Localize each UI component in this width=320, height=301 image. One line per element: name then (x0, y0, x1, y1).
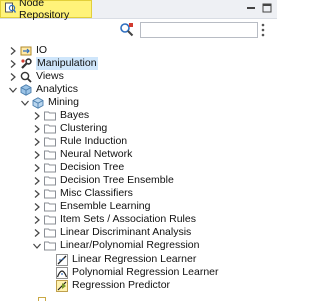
tree-item-manipulation[interactable]: Manipulation (8, 57, 98, 70)
tree-item-label: Decision Tree (60, 161, 125, 173)
chevron-right-icon[interactable] (32, 122, 41, 135)
tree-item-label: Bayes (60, 109, 90, 121)
polynomial-learner-icon (56, 266, 68, 279)
tree-item-linear-discriminant-analysis[interactable]: Linear Discriminant Analysis (32, 226, 191, 239)
panel-header: Node Repository (0, 0, 277, 21)
folder-icon (44, 214, 56, 226)
chevron-down-icon[interactable] (8, 83, 17, 96)
chevron-right-icon[interactable] (32, 148, 41, 161)
folder-icon (44, 188, 56, 200)
chevron-right-icon[interactable] (8, 44, 17, 57)
chevron-right-icon[interactable] (8, 57, 17, 70)
maximize-icon[interactable] (261, 2, 273, 14)
tree-item-label: Neural Network (60, 148, 133, 160)
search-toolbar (0, 20, 277, 42)
tree-item-linear-polynomial-regression[interactable]: Linear/Polynomial Regression (32, 239, 200, 252)
predictor-icon (56, 279, 68, 292)
folder-icon (44, 175, 56, 187)
chevron-right-icon[interactable] (32, 213, 41, 226)
tree-item-label: Linear Discriminant Analysis (60, 226, 192, 238)
folder-icon (44, 201, 56, 213)
node-regression-predictor[interactable]: Regression Predictor (56, 279, 170, 292)
tree-item-label: Misc Classifiers (60, 187, 133, 199)
view-menu-icon[interactable] (257, 21, 269, 39)
tree-item-ensemble-learning[interactable]: Ensemble Learning (32, 200, 150, 213)
io-icon (20, 45, 32, 57)
node-repository-icon (5, 2, 17, 16)
tree-item-label: IO (36, 44, 48, 56)
analytics-icon (20, 83, 32, 96)
tree-item-label: Ensemble Learning (60, 200, 151, 212)
tree-item-mining[interactable]: Mining (20, 96, 79, 109)
minimize-icon[interactable] (245, 2, 257, 14)
chevron-right-icon[interactable] (32, 226, 41, 239)
search-input[interactable] (140, 22, 258, 38)
chevron-right-icon[interactable] (32, 161, 41, 174)
mining-icon (32, 96, 44, 109)
linear-learner-icon (56, 253, 68, 266)
tree-item-analytics[interactable]: Analytics (8, 83, 78, 96)
tree-item-label: Views (36, 70, 64, 82)
chevron-right-icon[interactable] (32, 187, 41, 200)
folder-icon (44, 136, 56, 148)
chevron-down-icon[interactable] (32, 239, 41, 252)
tree-item-label: Clustering (60, 122, 108, 134)
tree-item-clustering[interactable]: Clustering (32, 122, 107, 135)
tree-item-misc-classifiers[interactable]: Misc Classifiers (32, 187, 133, 200)
tree-item-rule-induction[interactable]: Rule Induction (32, 135, 127, 148)
chevron-right-icon[interactable] (32, 135, 41, 148)
chevron-down-icon[interactable] (20, 96, 29, 109)
folder-icon (44, 149, 56, 161)
folder-icon (44, 110, 56, 122)
folder-icon (44, 162, 56, 174)
views-icon (20, 71, 32, 83)
next-item-edge (38, 297, 46, 301)
tree-item-bayes[interactable]: Bayes (32, 109, 89, 122)
panel-tab[interactable]: Node Repository (0, 0, 92, 21)
tree-item-neural-network[interactable]: Neural Network (32, 148, 132, 161)
tree-item-label: Polynomial Regression Learner (72, 266, 219, 278)
tree-item-label: Mining (48, 96, 79, 108)
folder-icon (44, 240, 56, 252)
node-linear-regression-learner[interactable]: Linear Regression Learner (56, 253, 196, 266)
node-polynomial-regression-learner[interactable]: Polynomial Regression Learner (56, 266, 219, 279)
tree-item-label: Decision Tree Ensemble (60, 174, 174, 186)
tree-item-decision-tree[interactable]: Decision Tree (32, 161, 124, 174)
folder-icon (44, 227, 56, 239)
tree-item-decision-tree-ensemble[interactable]: Decision Tree Ensemble (32, 174, 174, 187)
tree-item-views[interactable]: Views (8, 70, 64, 83)
chevron-right-icon[interactable] (32, 174, 41, 187)
tree-item-label: Item Sets / Association Rules (60, 213, 196, 225)
tree-item-item-sets[interactable]: Item Sets / Association Rules (32, 213, 196, 226)
tree-item-label: Rule Induction (60, 135, 128, 147)
folder-icon (44, 123, 56, 135)
chevron-right-icon[interactable] (32, 109, 41, 122)
tree-item-label: Regression Predictor (72, 279, 171, 291)
tree-item-label: Linear/Polynomial Regression (60, 239, 200, 251)
chevron-right-icon[interactable] (32, 200, 41, 213)
tree-item-label: Manipulation (36, 57, 98, 70)
chevron-right-icon[interactable] (8, 70, 17, 83)
tree-item-label: Analytics (36, 83, 79, 95)
search-node-icon[interactable] (118, 21, 135, 38)
tree-item-io[interactable]: IO (8, 44, 47, 57)
wrench-icon (20, 57, 32, 70)
tree-item-label: Linear Regression Learner (72, 253, 197, 265)
panel-title: Node Repository (19, 0, 70, 21)
